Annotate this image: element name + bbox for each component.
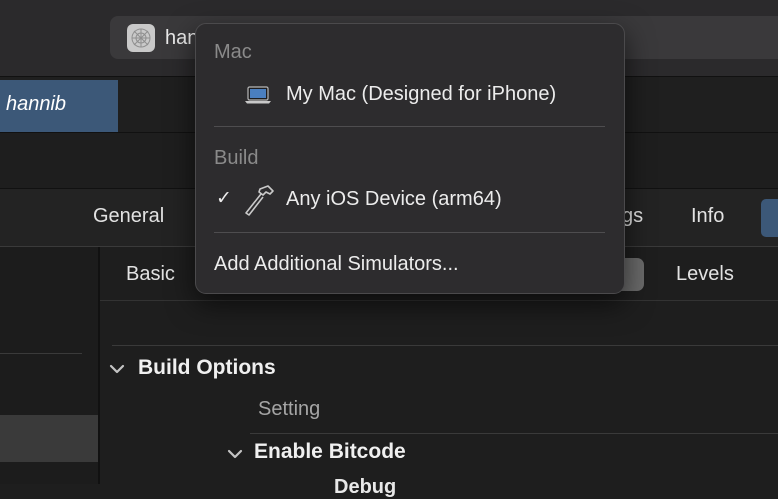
app-icon xyxy=(127,24,155,52)
menu-section-header: Build xyxy=(214,147,259,169)
section-title[interactable]: Build Options xyxy=(138,356,276,380)
divider xyxy=(250,433,778,434)
chevron-down-icon[interactable] xyxy=(108,360,126,383)
filter-basic-button[interactable]: Basic xyxy=(126,263,175,286)
tab-info[interactable]: Info xyxy=(691,205,724,228)
divider xyxy=(0,353,82,354)
menu-separator xyxy=(214,232,605,233)
tab-selected[interactable] xyxy=(761,199,778,237)
menu-item-add-simulators[interactable]: Add Additional Simulators... xyxy=(214,253,459,276)
navigator-item-label: hannib xyxy=(6,93,67,115)
menu-separator xyxy=(214,126,605,127)
chevron-down-icon[interactable] xyxy=(226,445,244,468)
hammer-icon xyxy=(242,183,276,222)
menu-item-my-mac[interactable]: My Mac (Designed for iPhone) xyxy=(286,83,556,106)
target-row-selected[interactable] xyxy=(0,415,98,462)
menu-item-any-ios-device[interactable]: Any iOS Device (arm64) xyxy=(286,188,502,211)
setting-row-title[interactable]: Enable Bitcode xyxy=(254,440,406,464)
setting-subrow-label[interactable]: Debug xyxy=(334,476,396,499)
laptop-icon xyxy=(244,84,272,111)
filter-levels-button[interactable]: Levels xyxy=(676,263,734,286)
divider xyxy=(112,345,778,346)
tab-general[interactable]: General xyxy=(93,205,164,228)
tab-build-settings[interactable]: gs xyxy=(622,205,643,228)
checkmark-icon: ✓ xyxy=(216,188,232,209)
menu-section-header: Mac xyxy=(214,41,252,63)
column-header-setting: Setting xyxy=(258,398,321,420)
